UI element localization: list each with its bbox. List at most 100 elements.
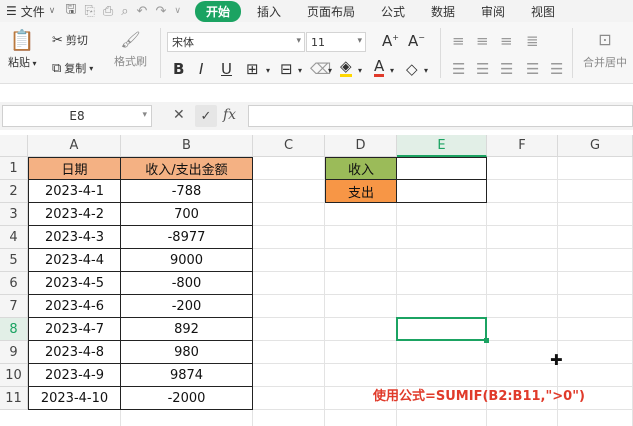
paste-button[interactable]: 📋 粘贴 ▾ [8, 28, 37, 70]
amount-cell[interactable]: 700 [121, 203, 253, 226]
align-bottom-icon[interactable]: ≡ [500, 32, 513, 50]
row-header-1[interactable]: 1 [0, 157, 28, 180]
column-header-c[interactable]: C [253, 135, 325, 157]
fill-color-icon[interactable]: ◈ [340, 59, 352, 77]
cancel-icon[interactable]: ✕ [173, 107, 185, 123]
font-size-select[interactable]: 11 ▾ [306, 32, 366, 52]
align-right-icon[interactable]: ☰ [500, 60, 513, 78]
print-icon[interactable]: ⎙ [103, 4, 113, 19]
decrease-font-icon[interactable]: A− [408, 32, 425, 50]
file-menu[interactable]: ☰ 文件 ∨ [0, 3, 61, 20]
amount-cell[interactable]: 9000 [121, 249, 253, 272]
save-icon[interactable]: 🖫 [65, 0, 76, 22]
column-header-e[interactable]: E [397, 135, 487, 157]
income-value-cell[interactable] [397, 157, 487, 180]
format-painter-button[interactable]: 🖌 格式刷 [114, 30, 147, 69]
column-header-g[interactable]: G [558, 135, 633, 157]
selected-cell[interactable] [396, 317, 489, 343]
date-cell[interactable]: 2023-4-5 [28, 272, 121, 295]
row-header-7[interactable]: 7 [0, 295, 28, 318]
customize-chevron-icon[interactable]: ∨ [174, 6, 181, 16]
italic-icon[interactable]: I [199, 60, 203, 78]
column-header-a[interactable]: A [28, 135, 121, 157]
copy-button[interactable]: ⧉ 复制 ▾ [52, 60, 93, 76]
undo-icon[interactable]: ↶ [137, 4, 148, 19]
fill-handle[interactable] [484, 338, 489, 343]
tab-insert[interactable]: 插入 [247, 1, 291, 22]
cut-button[interactable]: ✂ 剪切 [52, 32, 88, 48]
redo-icon[interactable]: ↷ [155, 4, 166, 19]
orientation-icon[interactable]: ≣ [526, 32, 539, 50]
select-all-corner[interactable] [0, 135, 28, 157]
amount-cell[interactable]: -200 [121, 295, 253, 318]
row-header-6[interactable]: 6 [0, 272, 28, 295]
font-name-select[interactable]: 宋体 ▾ [167, 32, 305, 52]
font-color-chevron-icon[interactable]: ▾ [390, 66, 394, 75]
underline-icon[interactable]: U [221, 60, 232, 78]
border-icon[interactable]: ⊞ [246, 60, 259, 78]
column-header-b[interactable]: B [121, 135, 253, 157]
row-header-8[interactable]: 8 [0, 318, 28, 341]
date-cell[interactable]: 2023-4-8 [28, 341, 121, 364]
align-left-icon[interactable]: ☰ [452, 60, 465, 78]
font-color-icon[interactable]: A [374, 59, 385, 77]
row-header-11[interactable]: 11 [0, 387, 28, 410]
tab-page-layout[interactable]: 页面布局 [297, 1, 365, 22]
date-cell[interactable]: 2023-4-3 [28, 226, 121, 249]
expense-value-cell[interactable] [397, 180, 487, 203]
bold-icon[interactable]: B [173, 60, 184, 78]
amount-cell[interactable]: -2000 [121, 387, 253, 410]
align-center-icon[interactable]: ☰ [476, 60, 489, 78]
row-header-10[interactable]: 10 [0, 364, 28, 387]
tab-formulas[interactable]: 公式 [371, 1, 415, 22]
date-cell[interactable]: 2023-4-6 [28, 295, 121, 318]
print-preview-icon[interactable]: ⌕ [121, 4, 128, 19]
date-cell[interactable]: 2023-4-7 [28, 318, 121, 341]
justify-icon[interactable]: ☰ [526, 60, 539, 78]
distributed-icon[interactable]: ☰ [550, 60, 563, 78]
amount-cell[interactable]: 9874 [121, 364, 253, 387]
date-cell[interactable]: 2023-4-2 [28, 203, 121, 226]
merge-cells-chevron-icon[interactable]: ▾ [298, 66, 302, 75]
clear-format-chevron-icon[interactable]: ▾ [424, 66, 428, 75]
erase-chevron-icon[interactable]: ▾ [328, 66, 332, 75]
header-cell-date[interactable]: 日期 [28, 157, 121, 180]
column-header-f[interactable]: F [487, 135, 558, 157]
name-box[interactable]: E8 ▾ [2, 105, 152, 127]
row-header-5[interactable]: 5 [0, 249, 28, 272]
tab-home[interactable]: 开始 [194, 0, 241, 22]
expense-label-cell[interactable]: 支出 [325, 180, 397, 203]
column-header-d[interactable]: D [325, 135, 397, 157]
clear-format-icon[interactable]: ◇ [406, 60, 418, 78]
tab-review[interactable]: 审阅 [471, 1, 515, 22]
fill-color-chevron-icon[interactable]: ▾ [358, 66, 362, 75]
name-box-chevron-icon: ▾ [142, 110, 147, 120]
amount-cell[interactable]: -800 [121, 272, 253, 295]
date-cell[interactable]: 2023-4-1 [28, 180, 121, 203]
align-middle-icon[interactable]: ≡ [476, 32, 489, 50]
tab-data[interactable]: 数据 [421, 1, 465, 22]
row-header-3[interactable]: 3 [0, 203, 28, 226]
insert-function-icon[interactable]: fx [223, 107, 236, 123]
formula-input[interactable] [248, 105, 633, 127]
confirm-icon[interactable]: ✓ [195, 105, 217, 127]
increase-font-icon[interactable]: A+ [382, 32, 399, 50]
amount-cell[interactable]: 980 [121, 341, 253, 364]
amount-cell[interactable]: 892 [121, 318, 253, 341]
row-header-2[interactable]: 2 [0, 180, 28, 203]
align-top-icon[interactable]: ≡ [452, 32, 465, 50]
merge-center-button[interactable]: ⊡ 合并居中 [583, 30, 627, 70]
header-cell-amount[interactable]: 收入/支出金额 [121, 157, 253, 180]
date-cell[interactable]: 2023-4-4 [28, 249, 121, 272]
income-label-cell[interactable]: 收入 [325, 157, 397, 180]
amount-cell[interactable]: -8977 [121, 226, 253, 249]
export-icon[interactable]: ⎘ [84, 4, 94, 19]
row-header-9[interactable]: 9 [0, 341, 28, 364]
merge-cells-icon[interactable]: ⊟ [280, 60, 293, 78]
row-header-4[interactable]: 4 [0, 226, 28, 249]
amount-cell[interactable]: -788 [121, 180, 253, 203]
date-cell[interactable]: 2023-4-9 [28, 364, 121, 387]
border-chevron-icon[interactable]: ▾ [266, 66, 270, 75]
date-cell[interactable]: 2023-4-10 [28, 387, 121, 410]
tab-view[interactable]: 视图 [521, 1, 565, 22]
